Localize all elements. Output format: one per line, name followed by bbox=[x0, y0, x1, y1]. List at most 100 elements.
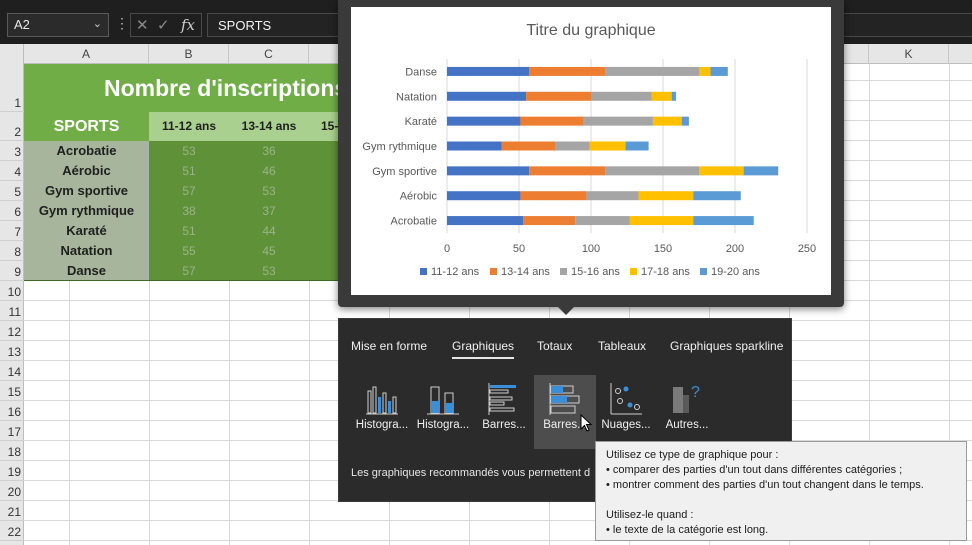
data-cell[interactable] bbox=[309, 141, 338, 161]
column-header-c[interactable]: C bbox=[229, 44, 309, 64]
sport-name-cell[interactable]: Natation bbox=[24, 241, 149, 261]
row-header-8[interactable]: 8 bbox=[0, 241, 24, 261]
data-cell[interactable] bbox=[309, 261, 338, 281]
data-cell[interactable]: 51 bbox=[149, 221, 229, 241]
row-header-11[interactable]: 11 bbox=[0, 301, 24, 321]
check-icon[interactable]: ✓ bbox=[157, 16, 170, 34]
data-cell[interactable]: 53 bbox=[149, 141, 229, 161]
data-cell[interactable]: 44 bbox=[229, 221, 309, 241]
row-header-21[interactable]: 21 bbox=[0, 501, 24, 521]
option-stacked-bar[interactable]: Barres... bbox=[534, 375, 596, 449]
tab-mise-en-forme[interactable]: Mise en forme bbox=[351, 339, 427, 353]
bar-segment bbox=[681, 116, 689, 126]
row-header-2[interactable]: 2 bbox=[0, 112, 24, 141]
row-header-14[interactable]: 14 bbox=[0, 361, 24, 381]
tab-graphiques[interactable]: Graphiques bbox=[452, 339, 515, 359]
data-column-c: 36 46 53 37 44 45 53 bbox=[229, 141, 309, 281]
option-more-charts[interactable]: ? Autres... bbox=[656, 375, 718, 449]
sport-name-cell[interactable]: Karaté bbox=[24, 221, 149, 241]
bar-segment bbox=[447, 66, 530, 76]
cancel-icon[interactable]: ✕ bbox=[136, 16, 149, 34]
more-charts-icon: ? bbox=[673, 384, 700, 413]
data-cell[interactable] bbox=[309, 221, 338, 241]
data-cell[interactable]: 51 bbox=[149, 161, 229, 181]
option-clustered-column[interactable]: Histogra... bbox=[351, 375, 413, 449]
bar-segment bbox=[651, 91, 672, 101]
legend-swatch bbox=[630, 268, 637, 275]
name-box[interactable]: A2 ⌄ bbox=[7, 13, 109, 37]
age-header-cell[interactable]: 13-14 ans bbox=[229, 112, 309, 141]
sports-header-cell[interactable]: SPORTS bbox=[24, 112, 149, 141]
row-header-20[interactable]: 20 bbox=[0, 481, 24, 501]
row-header-19[interactable]: 19 bbox=[0, 461, 24, 481]
row-header-9[interactable]: 9 bbox=[0, 261, 24, 281]
category-label: Natation bbox=[396, 91, 437, 103]
data-cell[interactable]: 36 bbox=[229, 141, 309, 161]
insert-function-icon[interactable]: fx bbox=[181, 16, 195, 34]
data-cell[interactable]: 38 bbox=[149, 201, 229, 221]
x-tick-label: 0 bbox=[444, 243, 450, 255]
table-title-cell[interactable]: Nombre d'inscriptions bbox=[24, 64, 364, 112]
x-tick-label: 250 bbox=[798, 243, 816, 255]
tab-tableaux[interactable]: Tableaux bbox=[598, 339, 646, 353]
row-header-18[interactable]: 18 bbox=[0, 441, 24, 461]
data-cell[interactable] bbox=[309, 241, 338, 261]
row-header-6[interactable]: 6 bbox=[0, 201, 24, 221]
category-label: Aérobic bbox=[400, 191, 438, 203]
column-header-k[interactable]: K bbox=[869, 44, 949, 64]
row-header-4[interactable]: 4 bbox=[0, 161, 24, 181]
bar-segment bbox=[520, 116, 584, 126]
data-cell[interactable]: 46 bbox=[229, 161, 309, 181]
tab-graphiques-sparkline[interactable]: Graphiques sparkline bbox=[670, 339, 783, 353]
row-header-16[interactable]: 16 bbox=[0, 401, 24, 421]
data-cell[interactable] bbox=[309, 201, 338, 221]
legend-label: 13-14 ans bbox=[501, 266, 550, 278]
column-header-a[interactable]: A bbox=[24, 44, 149, 64]
column-header-b[interactable]: B bbox=[149, 44, 229, 64]
select-all-corner[interactable] bbox=[0, 44, 24, 64]
option-scatter[interactable]: Nuages... bbox=[595, 375, 657, 449]
row-header-5[interactable]: 5 bbox=[0, 181, 24, 201]
sport-name-cell[interactable]: Danse bbox=[24, 261, 149, 281]
row-header-22[interactable]: 22 bbox=[0, 521, 24, 541]
bar-segment bbox=[605, 166, 699, 176]
data-cell[interactable] bbox=[309, 181, 338, 201]
x-tick-label: 50 bbox=[513, 243, 525, 255]
row-header-15[interactable]: 15 bbox=[0, 381, 24, 401]
data-cell[interactable]: 53 bbox=[229, 181, 309, 201]
bar-segment bbox=[591, 91, 652, 101]
data-cell[interactable] bbox=[309, 161, 338, 181]
bar-segment bbox=[710, 66, 728, 76]
row-header-12[interactable]: 12 bbox=[0, 321, 24, 341]
x-tick-label: 100 bbox=[582, 243, 600, 255]
more-options-icon[interactable]: ⋮ bbox=[115, 15, 129, 32]
chevron-down-icon[interactable]: ⌄ bbox=[93, 17, 102, 30]
row-header-7[interactable]: 7 bbox=[0, 221, 24, 241]
tab-totaux[interactable]: Totaux bbox=[537, 339, 572, 353]
row-header-10[interactable]: 10 bbox=[0, 281, 24, 301]
row-header-1[interactable]: 1 bbox=[0, 64, 24, 112]
sport-name-cell[interactable]: Gym sportive bbox=[24, 181, 149, 201]
data-column-b: 53 51 57 38 51 55 57 bbox=[149, 141, 229, 281]
row-header-3[interactable]: 3 bbox=[0, 141, 24, 161]
bar-segment bbox=[501, 141, 555, 151]
data-cell[interactable]: 57 bbox=[149, 181, 229, 201]
data-cell[interactable]: 53 bbox=[229, 261, 309, 281]
sport-name-cell[interactable]: Acrobatie bbox=[24, 141, 149, 161]
sport-name-cell[interactable]: Aérobic bbox=[24, 161, 149, 181]
row-header-17[interactable]: 17 bbox=[0, 421, 24, 441]
sport-name-cell[interactable]: Gym rythmique bbox=[24, 201, 149, 221]
data-cell[interactable]: 37 bbox=[229, 201, 309, 221]
age-header-cell[interactable]: 11-12 ans bbox=[149, 112, 229, 141]
data-cell[interactable]: 57 bbox=[149, 261, 229, 281]
option-clustered-bar[interactable]: Barres... bbox=[473, 375, 535, 449]
data-cell[interactable]: 45 bbox=[229, 241, 309, 261]
chart-type-tooltip: Utilisez ce type de graphique pour : • c… bbox=[595, 441, 967, 541]
legend-swatch bbox=[700, 268, 707, 275]
scatter-icon bbox=[610, 383, 642, 415]
bar-segment bbox=[447, 216, 524, 226]
bar-segment bbox=[583, 116, 653, 126]
data-cell[interactable]: 55 bbox=[149, 241, 229, 261]
row-header-13[interactable]: 13 bbox=[0, 341, 24, 361]
option-stacked-column[interactable]: Histogra... bbox=[412, 375, 474, 449]
